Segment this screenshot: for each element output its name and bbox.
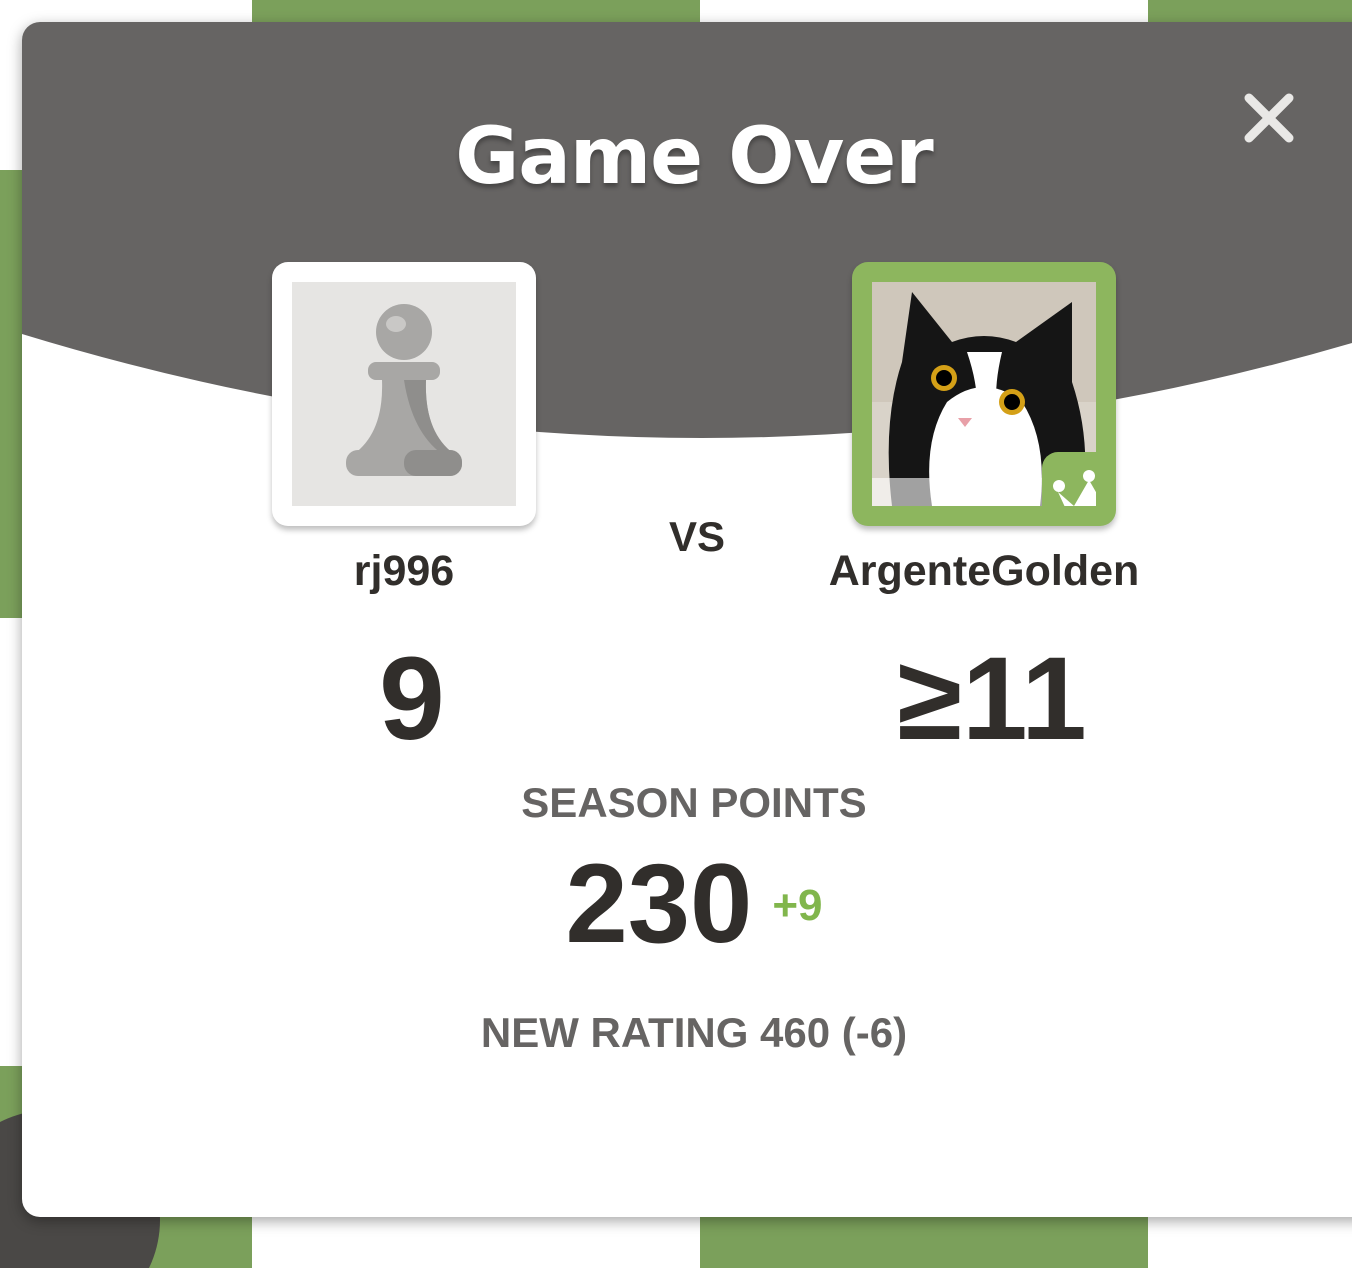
winner-badge bbox=[1042, 452, 1096, 506]
username-left[interactable]: rj996 bbox=[252, 550, 556, 593]
game-screen: Game Over rj996 VS ArgenteGolden 9 ≥11 S… bbox=[0, 0, 1352, 1268]
close-icon bbox=[1244, 93, 1294, 143]
close-button[interactable] bbox=[1237, 86, 1301, 150]
dialog-title: Game Over bbox=[455, 112, 934, 202]
pawn-icon bbox=[346, 304, 462, 476]
season-points-value: 230 bbox=[565, 841, 753, 966]
player-avatar-left[interactable] bbox=[272, 262, 536, 526]
new-rating-text: NEW RATING 460 (-6) bbox=[480, 1009, 908, 1056]
score-right: ≥11 bbox=[897, 633, 1087, 765]
cat-avatar-photo bbox=[872, 282, 1096, 506]
avatar-background bbox=[292, 282, 516, 506]
season-points-row: 230 +9 bbox=[22, 848, 1352, 960]
score-left: 9 bbox=[379, 633, 445, 765]
season-points-delta: +9 bbox=[772, 881, 823, 930]
player-avatar-right[interactable] bbox=[852, 262, 1116, 526]
season-points-label: SEASON POINTS bbox=[521, 779, 867, 826]
dialog-header-background bbox=[22, 22, 1352, 438]
header-curve bbox=[22, 22, 1352, 438]
crown-icon bbox=[1053, 470, 1096, 506]
game-over-dialog: Game Over rj996 VS ArgenteGolden 9 ≥11 S… bbox=[22, 22, 1352, 1217]
versus-label: VS bbox=[668, 513, 726, 560]
username-right[interactable]: ArgenteGolden bbox=[784, 550, 1184, 593]
